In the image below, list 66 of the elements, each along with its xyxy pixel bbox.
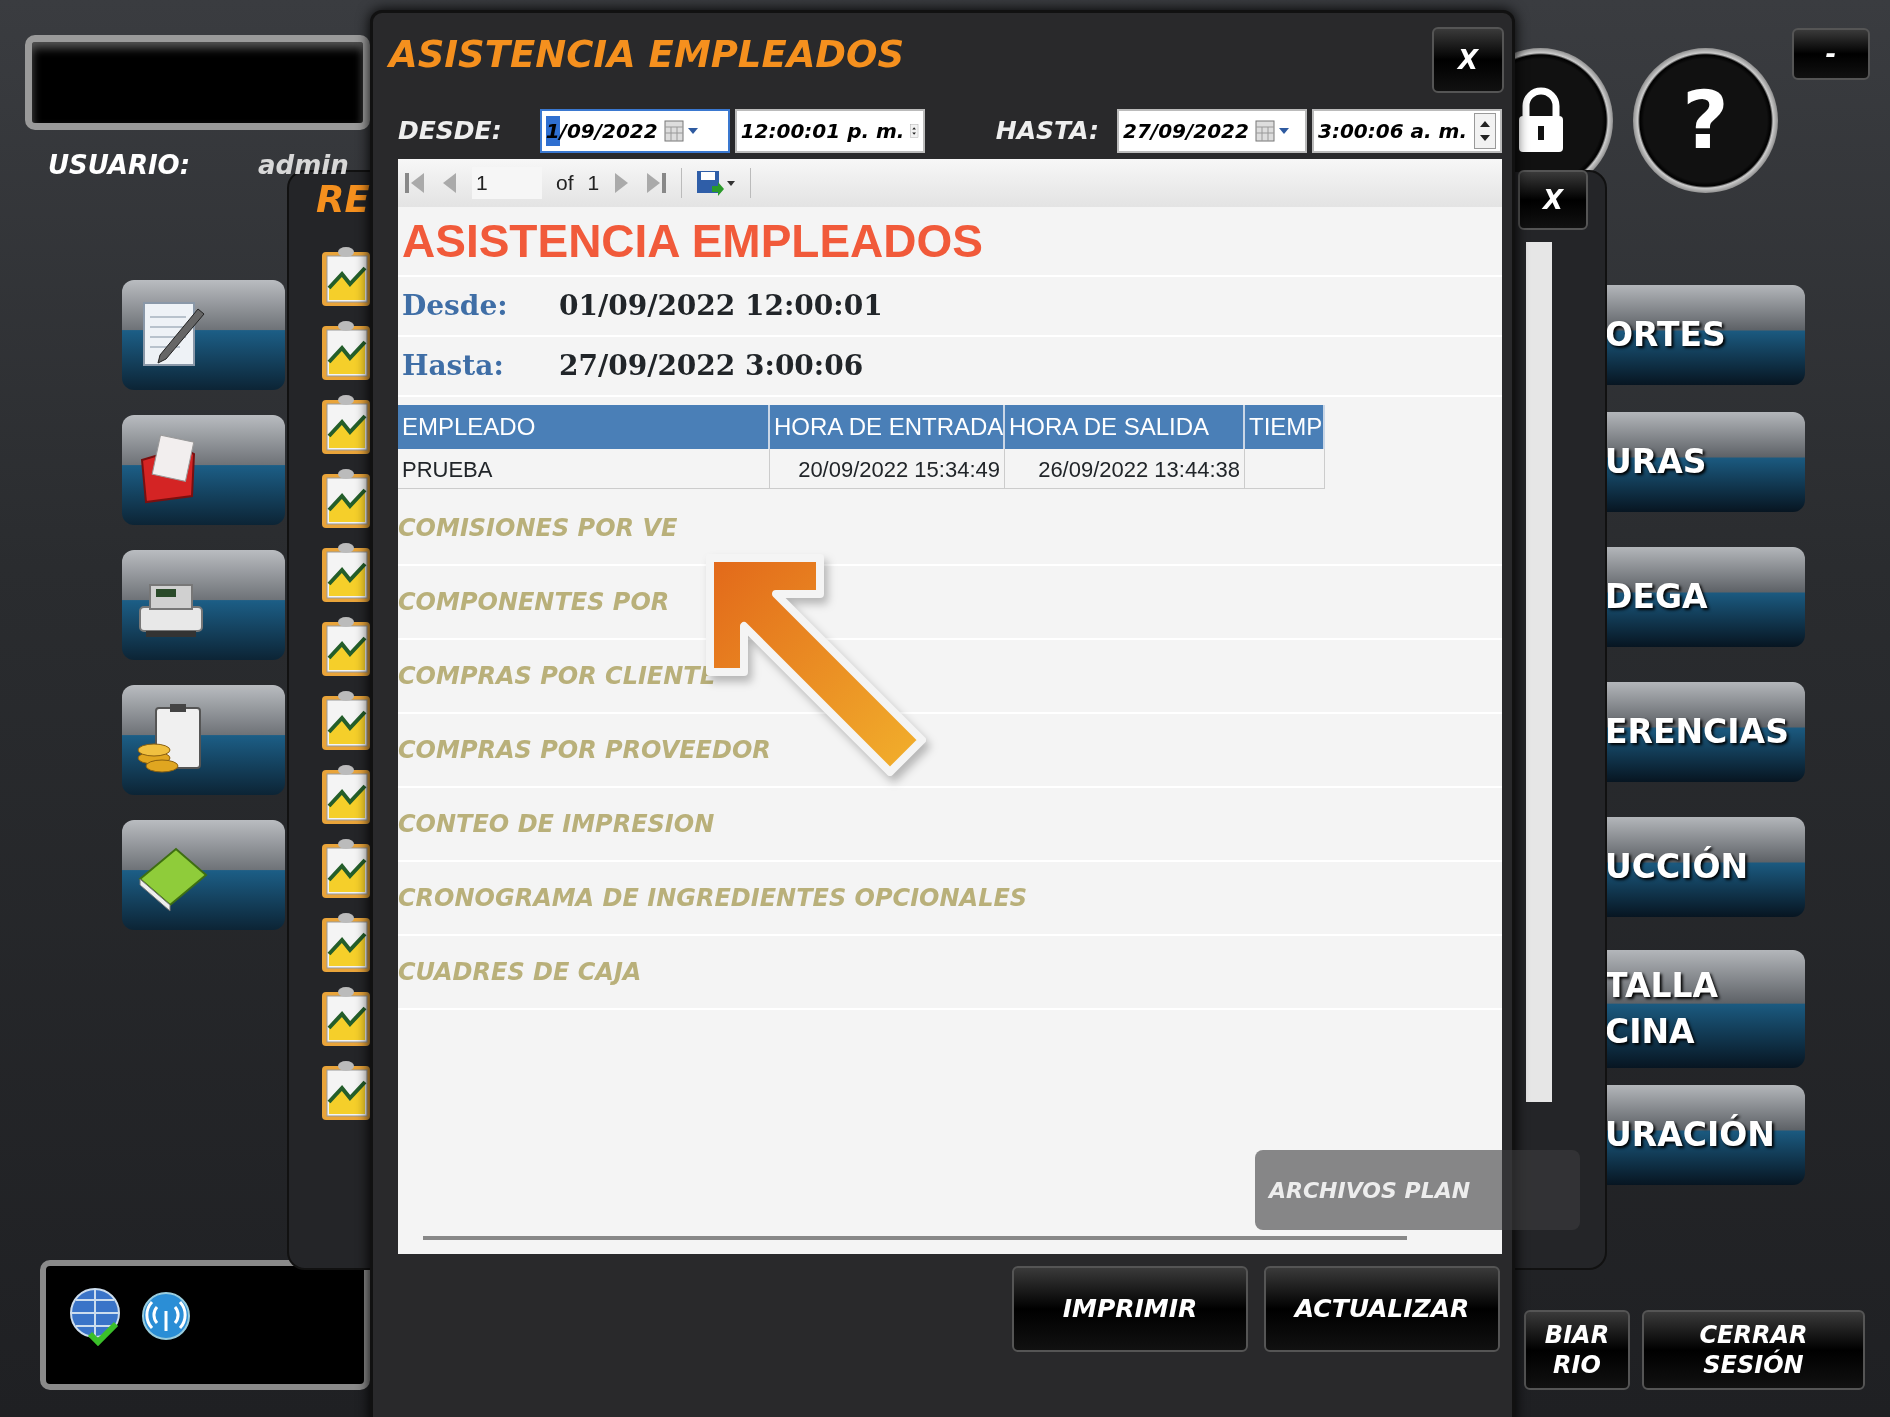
horizontal-scrollbar[interactable] (423, 1236, 1407, 1240)
page-of-label: of (556, 170, 574, 197)
clipboard-chart-icon (320, 1060, 372, 1122)
clipboard-chart-icon (320, 542, 372, 604)
column-header: TIEMP (1245, 405, 1325, 449)
calendar-icon (1254, 120, 1291, 142)
clipboard-chart-icon (320, 394, 372, 456)
close-button[interactable]: X (1432, 27, 1504, 93)
user-label: USUARIO: (48, 149, 191, 182)
clipboard-chart-icon (320, 246, 372, 308)
help-button[interactable]: ? (1633, 48, 1778, 193)
page-total: 1 (587, 170, 600, 197)
filter-label: HASTA: (995, 115, 1099, 148)
table-cell: 20/09/2022 15:34:49 (770, 449, 1005, 489)
clipboard-chart-icon (320, 764, 372, 826)
scrollbar[interactable] (1526, 242, 1552, 1102)
clipboard-chart-icon (320, 912, 372, 974)
clipboard-chart-icon (320, 320, 372, 382)
menu-button[interactable]: ERENCIAS (1605, 682, 1805, 782)
time-field[interactable]: 3:00:06 a. m. (1312, 109, 1502, 153)
report-title: ASISTENCIA EMPLEADOS (402, 214, 984, 269)
last-page-icon (645, 171, 668, 195)
menu-button[interactable]: CERRAR SESIÓN (1642, 1310, 1865, 1390)
menu-button[interactable]: UCCIÓN (1605, 817, 1805, 917)
list-item-text: CUADRES DE CAJA (398, 936, 1502, 1010)
menu-button[interactable] (122, 550, 285, 660)
window-title: ASISTENCIA EMPLEADOS (389, 32, 905, 78)
menu-button[interactable] (122, 685, 285, 795)
clipboard-chart-icon (320, 986, 372, 1048)
table-cell: 26/09/2022 13:44:38 (1005, 449, 1245, 489)
menu-button[interactable] (122, 280, 285, 390)
minimize-button[interactable]: - (1792, 28, 1870, 80)
time-field[interactable]: 12:00:01 p. m. (734, 109, 925, 153)
menu-button[interactable] (122, 415, 285, 525)
close-button[interactable]: X (1518, 170, 1588, 230)
list-item-text: CONTEO DE IMPRESION (398, 788, 1502, 862)
menu-button[interactable]: TALLA CINA (1605, 950, 1805, 1068)
calendar-icon (663, 120, 700, 142)
list-item-text: CRONOGRAMA DE INGREDIENTES OPCIONALES (398, 862, 1502, 936)
column-header: EMPLEADO (398, 405, 770, 449)
date-field[interactable]: 27/09/2022 (1117, 109, 1307, 153)
field-value: 01/09/2022 12:00:01 (559, 288, 883, 324)
menu-button[interactable]: URAS (1605, 412, 1805, 512)
action-button[interactable]: ACTUALIZAR (1264, 1266, 1500, 1352)
spinner-icon (1474, 113, 1496, 149)
first-page-icon (404, 171, 426, 195)
menu-button[interactable]: BIAR RIO (1524, 1310, 1630, 1390)
page-number-field[interactable]: 1 (472, 167, 542, 199)
field-label: Desde: (402, 288, 509, 324)
column-header: HORA DE SALIDA (1005, 405, 1245, 449)
field-label: Hasta: (402, 348, 505, 384)
save-icon (696, 170, 737, 196)
table-cell: PRUEBA (398, 449, 770, 489)
field-value: 27/09/2022 3:00:06 (559, 348, 864, 384)
filter-label: DESDE: (398, 115, 502, 148)
column-header: HORA DE ENTRADA (770, 405, 1005, 449)
clipboard-chart-icon (320, 616, 372, 678)
clipboard-chart-icon (320, 838, 372, 900)
clipboard-chart-icon (320, 468, 372, 530)
action-button[interactable]: IMPRIMIR (1012, 1266, 1248, 1352)
menu-button[interactable]: URACIÓN (1605, 1085, 1805, 1185)
clipboard-chart-icon (320, 690, 372, 752)
menu-button[interactable]: DEGA (1605, 547, 1805, 647)
signal-icon (141, 1291, 191, 1341)
menu-button[interactable]: ORTES (1605, 285, 1805, 385)
menu-button[interactable] (122, 820, 285, 930)
